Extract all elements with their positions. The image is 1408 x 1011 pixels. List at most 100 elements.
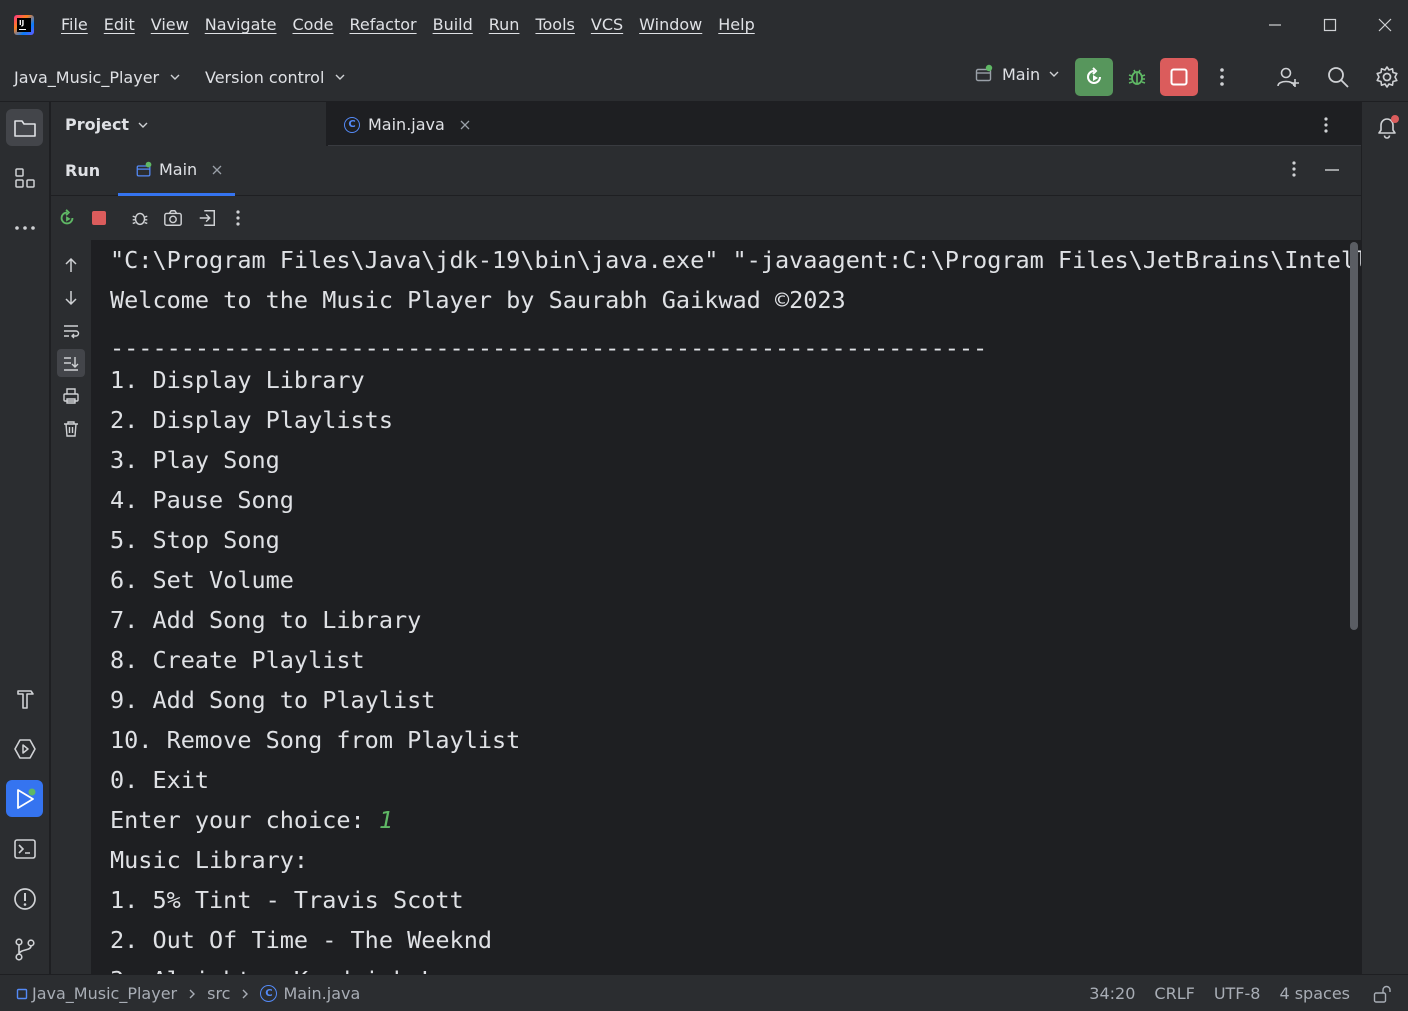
notifications-icon[interactable]: [1374, 114, 1400, 140]
console-line: 9. Add Song to Playlist: [110, 686, 436, 714]
menu-view[interactable]: View: [143, 14, 197, 36]
chevron-down-icon: [334, 71, 346, 83]
problems-tool-button[interactable]: [6, 880, 43, 917]
title-bar: IJ File Edit View Navigate Code Refactor…: [0, 0, 1408, 50]
terminal-tool-button[interactable]: [6, 830, 43, 867]
version-control-widget[interactable]: Version control: [205, 65, 346, 89]
menu-bar: File Edit View Navigate Code Refactor Bu…: [53, 14, 763, 36]
more-vertical-icon[interactable]: [226, 206, 250, 230]
console-line: ----------------------------------------…: [110, 334, 988, 362]
menu-help[interactable]: Help: [710, 14, 762, 36]
scroll-to-end-button[interactable]: [57, 349, 85, 377]
console-prompt-line: Enter your choice: 1: [110, 805, 393, 835]
right-tool-stripe: [1361, 102, 1408, 974]
exit-icon[interactable]: [195, 206, 219, 230]
stop-icon[interactable]: [87, 206, 111, 230]
soft-wrap-button[interactable]: [57, 317, 85, 345]
menu-build[interactable]: Build: [425, 14, 481, 36]
chevron-down-icon: [169, 71, 181, 83]
editor-tab-main-java[interactable]: C Main.java: [344, 115, 471, 134]
camera-icon[interactable]: [161, 206, 185, 230]
gear-icon[interactable]: [1372, 62, 1402, 92]
app-logo-text: IJ: [17, 18, 31, 32]
debug-restart-icon[interactable]: [128, 206, 152, 230]
line-separator[interactable]: CRLF: [1154, 984, 1194, 1003]
run-configuration-selector[interactable]: Main: [974, 64, 1060, 84]
services-tool-button[interactable]: [6, 730, 43, 767]
file-encoding[interactable]: UTF-8: [1214, 984, 1261, 1003]
debug-button[interactable]: [1118, 58, 1156, 96]
menu-tools[interactable]: Tools: [527, 14, 582, 36]
scroll-up-button[interactable]: [57, 251, 85, 279]
add-user-icon[interactable]: [1273, 62, 1303, 92]
run-config-label: Main: [1002, 64, 1041, 84]
scroll-down-button[interactable]: [57, 284, 85, 312]
project-tool-button[interactable]: [6, 109, 43, 146]
project-widget[interactable]: Java_Music_Player: [14, 65, 181, 89]
console-line: 4. Pause Song: [110, 486, 294, 514]
console-prompt: Enter your choice:: [110, 806, 379, 834]
editor-tab-bar: C Main.java: [328, 102, 1361, 146]
minimize-icon[interactable]: [1260, 10, 1290, 40]
breadcrumb-file[interactable]: Main.java: [283, 984, 360, 1003]
menu-run[interactable]: Run: [481, 14, 528, 36]
console-line: 10. Remove Song from Playlist: [110, 726, 521, 754]
console-side-toolbar: [51, 240, 91, 974]
console-user-input: 1: [378, 806, 393, 834]
version-control-label: Version control: [205, 67, 325, 87]
chevron-down-icon: [137, 119, 149, 131]
rerun-icon[interactable]: [55, 206, 79, 230]
git-branch-icon: [14, 937, 36, 961]
print-button[interactable]: [57, 382, 85, 410]
more-vertical-icon[interactable]: [1207, 62, 1237, 92]
more-vertical-icon[interactable]: [1291, 160, 1297, 178]
menu-vcs[interactable]: VCS: [583, 14, 631, 36]
console-scrollbar[interactable]: [1350, 242, 1358, 630]
stop-button[interactable]: [1160, 58, 1198, 96]
console-line: 0. Exit: [110, 766, 210, 794]
maximize-icon[interactable]: [1315, 10, 1345, 40]
java-class-icon: C: [260, 985, 278, 1002]
run-tool-button[interactable]: [6, 780, 43, 817]
printer-icon: [62, 387, 80, 405]
more-horizontal-icon: [14, 225, 36, 231]
indent-setting[interactable]: 4 spaces: [1279, 984, 1350, 1003]
soft-wrap-icon: [62, 323, 80, 339]
build-tool-button[interactable]: [6, 680, 43, 717]
hide-panel-icon[interactable]: [1323, 160, 1341, 178]
search-icon[interactable]: [1323, 62, 1353, 92]
project-panel-header[interactable]: Project: [51, 102, 327, 146]
menu-refactor[interactable]: Refactor: [341, 14, 424, 36]
console-output[interactable]: "C:\Program Files\Java\jdk-19\bin\java.e…: [91, 240, 1361, 974]
application-config-icon: [974, 64, 994, 84]
close-window-icon[interactable]: [1370, 10, 1400, 40]
rerun-icon: [1083, 66, 1105, 88]
close-tab-icon[interactable]: [459, 119, 471, 131]
menu-code[interactable]: Code: [285, 14, 342, 36]
unlock-icon[interactable]: [1372, 984, 1392, 1004]
menu-file[interactable]: File: [53, 14, 96, 36]
breadcrumb-project[interactable]: Java_Music_Player: [32, 984, 177, 1003]
more-tools-button[interactable]: [6, 209, 43, 246]
more-vertical-icon[interactable]: [1323, 116, 1329, 134]
close-tab-icon[interactable]: [211, 164, 223, 176]
menu-window[interactable]: Window: [631, 14, 710, 36]
console-line: 3. Alright - Kendrick Lamar: [110, 965, 492, 974]
menu-navigate[interactable]: Navigate: [197, 14, 285, 36]
arrow-down-icon: [63, 289, 79, 307]
project-panel-title: Project: [65, 115, 130, 134]
console-line: 1. Display Library: [110, 366, 365, 394]
run-tab-main[interactable]: Main: [118, 146, 235, 196]
structure-tool-button[interactable]: [6, 159, 43, 196]
structure-icon: [14, 167, 36, 189]
caret-position[interactable]: 34:20: [1089, 984, 1135, 1003]
console-line: 5. Stop Song: [110, 526, 280, 554]
rerun-button[interactable]: [1075, 58, 1113, 96]
console-line: "C:\Program Files\Java\jdk-19\bin\java.e…: [110, 246, 1361, 274]
console-line: Music Library:: [110, 846, 309, 874]
git-tool-button[interactable]: [6, 930, 43, 967]
menu-edit[interactable]: Edit: [96, 14, 143, 36]
breadcrumb-src[interactable]: src: [207, 984, 230, 1003]
problems-icon: [13, 887, 37, 911]
clear-console-button[interactable]: [57, 415, 85, 443]
